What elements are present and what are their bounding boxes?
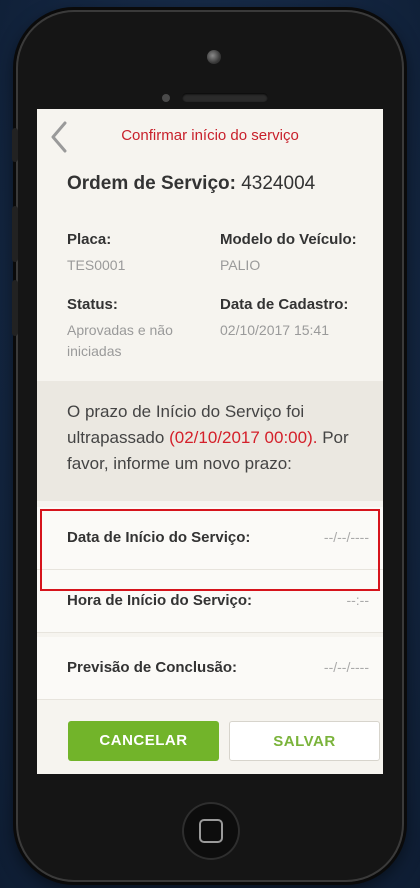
cancel-button[interactable]: CANCELAR xyxy=(68,721,219,761)
save-button[interactable]: SALVAR xyxy=(229,721,380,761)
notice-text: O prazo de Início do Serviço foi ultrapa… xyxy=(67,399,367,477)
deadline-notice: O prazo de Início do Serviço foi ultrapa… xyxy=(37,381,383,501)
cadastro-value: 02/10/2017 15:41 xyxy=(220,322,329,338)
home-button[interactable] xyxy=(182,802,240,860)
hora-inicio-label: Hora de Início do Serviço: xyxy=(67,592,253,609)
button-bar: CANCELAR SALVAR xyxy=(37,704,383,774)
hora-inicio-value[interactable]: --:-- xyxy=(346,592,369,608)
front-camera xyxy=(207,50,221,64)
silent-switch xyxy=(12,128,18,162)
app-screen: Confirmar início do serviço Ordem de Ser… xyxy=(37,109,383,774)
notice-expired-date: (02/10/2017 00:00). xyxy=(169,428,318,447)
status-value-line2: iniciadas xyxy=(67,343,122,359)
cadastro-label: Data de Cadastro: xyxy=(220,296,349,313)
page-title: Confirmar início do serviço xyxy=(121,127,299,144)
sensor-dot xyxy=(162,94,170,102)
modelo-label: Modelo do Veículo: xyxy=(220,231,357,248)
volume-up-button xyxy=(12,206,18,262)
volume-down-button xyxy=(12,280,18,336)
status-label: Status: xyxy=(67,296,118,313)
placa-label: Placa: xyxy=(67,231,112,248)
modelo-value: PALIO xyxy=(220,257,261,273)
earpiece-speaker xyxy=(182,93,268,102)
home-square-icon xyxy=(199,819,223,843)
order-heading: Ordem de Serviço: 4324004 xyxy=(67,173,315,195)
previsao-value[interactable]: --/--/---- xyxy=(324,659,369,675)
status-value-line1: Aprovadas e não xyxy=(67,322,173,338)
order-number: 4324004 xyxy=(241,173,316,194)
top-bar: Confirmar início do serviço xyxy=(37,109,383,161)
highlight-box xyxy=(40,509,380,591)
previsao-row[interactable]: Previsão de Conclusão: --/--/---- xyxy=(37,637,383,700)
placa-value: TES0001 xyxy=(67,257,126,273)
previsao-label: Previsão de Conclusão: xyxy=(67,659,238,676)
order-label: Ordem de Serviço: xyxy=(67,173,236,194)
